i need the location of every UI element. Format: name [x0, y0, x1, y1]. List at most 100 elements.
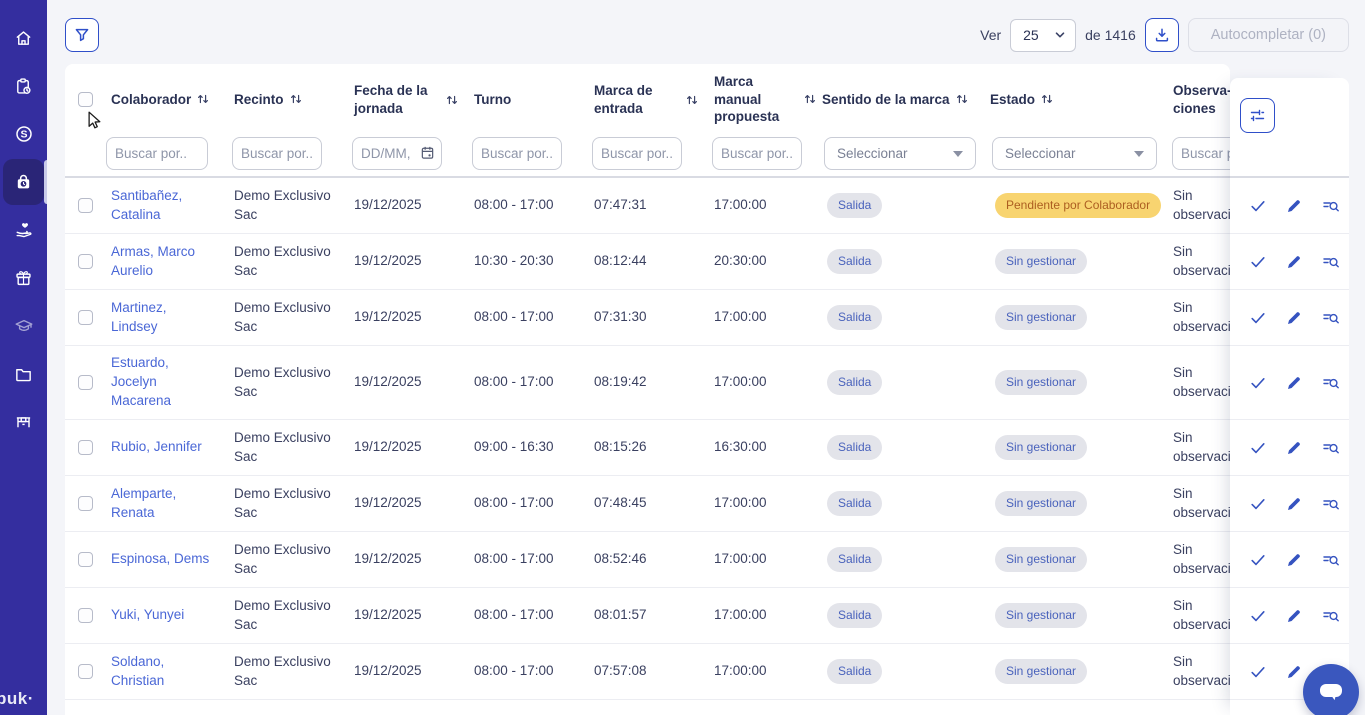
- page-size-select[interactable]: 25: [1010, 19, 1076, 52]
- edit-pencil-icon[interactable]: [1286, 552, 1302, 568]
- marca-manual-cell: 17:00:00: [708, 550, 816, 569]
- table-row: Martinez, Lindsey Demo Exclusivo Sac 19/…: [65, 290, 1230, 346]
- collaborator-link[interactable]: Yuki, Yunyei: [111, 606, 184, 625]
- chat-button[interactable]: [1303, 664, 1359, 715]
- sort-icon[interactable]: [446, 94, 458, 106]
- sort-icon[interactable]: [956, 93, 968, 105]
- home-icon: [14, 29, 33, 48]
- filter-input-fecha[interactable]: [352, 137, 442, 170]
- sidebar-item-training[interactable]: [0, 302, 47, 350]
- sidebar-item-attendance[interactable]: [0, 62, 47, 110]
- sidebar-item-remunerations[interactable]: S: [0, 110, 47, 158]
- sidebar-item-benefits[interactable]: [0, 206, 47, 254]
- sidebar-item-home[interactable]: [0, 14, 47, 62]
- row-checkbox[interactable]: [78, 310, 93, 325]
- view-detail-search-icon[interactable]: [1322, 608, 1340, 624]
- row-checkbox[interactable]: [78, 552, 93, 567]
- sidebar-item-documents[interactable]: [0, 350, 47, 398]
- approve-check-icon[interactable]: [1250, 375, 1266, 391]
- filter-input-turno[interactable]: [472, 137, 562, 170]
- collaborator-link[interactable]: Rubio, Jennifer: [111, 438, 202, 457]
- approve-check-icon[interactable]: [1250, 198, 1266, 214]
- column-settings-button[interactable]: [1240, 98, 1275, 133]
- row-checkbox[interactable]: [78, 254, 93, 269]
- row-checkbox[interactable]: [78, 375, 93, 390]
- column-settings-icon: [1249, 107, 1266, 124]
- column-header-estado: Estado: [984, 91, 1158, 109]
- approve-check-icon[interactable]: [1250, 440, 1266, 456]
- row-checkbox[interactable]: [78, 198, 93, 213]
- collaborator-link[interactable]: Martinez, Lindsey: [111, 299, 215, 337]
- collaborator-link[interactable]: Soldano, Christian: [111, 653, 215, 691]
- edit-pencil-icon[interactable]: [1286, 310, 1302, 326]
- edit-pencil-icon[interactable]: [1286, 608, 1302, 624]
- edit-pencil-icon[interactable]: [1286, 254, 1302, 270]
- marca-entrada-cell: 07:31:30: [588, 308, 708, 327]
- observaciones-cell: Sin observaciones: [1158, 485, 1230, 523]
- autocomplete-button[interactable]: Autocompletar (0): [1188, 18, 1349, 52]
- filter-input-marca-manual[interactable]: [712, 137, 802, 170]
- marca-entrada-cell: 08:01:57: [588, 606, 708, 625]
- actions-panel-header: [1230, 78, 1349, 178]
- approve-check-icon[interactable]: [1250, 254, 1266, 270]
- view-detail-search-icon[interactable]: [1322, 254, 1340, 270]
- approve-check-icon[interactable]: [1250, 496, 1266, 512]
- collaborator-link[interactable]: Armas, Marco Aurelio: [111, 243, 215, 281]
- view-detail-search-icon[interactable]: [1322, 552, 1340, 568]
- filter-input-observaciones[interactable]: [1172, 137, 1230, 170]
- sort-icon[interactable]: [686, 94, 698, 106]
- sort-icon[interactable]: [197, 93, 209, 105]
- attendance-clipboard-icon: [14, 77, 33, 96]
- column-header-marca-entrada: Marca de entrada: [588, 82, 708, 117]
- status-badge: Pendiente por Colaborador: [995, 193, 1161, 218]
- view-detail-search-icon[interactable]: [1322, 440, 1340, 456]
- fecha-cell: 19/12/2025: [348, 438, 468, 457]
- marca-manual-cell: 17:00:00: [708, 196, 816, 215]
- approve-check-icon[interactable]: [1250, 608, 1266, 624]
- row-checkbox[interactable]: [78, 664, 93, 679]
- row-checkbox[interactable]: [78, 440, 93, 455]
- collaborator-link[interactable]: Espinosa, Dems: [111, 550, 209, 569]
- row-checkbox[interactable]: [78, 608, 93, 623]
- sidebar-item-gifts[interactable]: [0, 254, 47, 302]
- approve-check-icon[interactable]: [1250, 310, 1266, 326]
- sort-icon[interactable]: [1041, 93, 1053, 105]
- view-detail-search-icon[interactable]: [1322, 375, 1340, 391]
- row-actions-panel: [1230, 78, 1349, 715]
- filter-input-recinto[interactable]: [232, 137, 322, 170]
- filter-select-estado[interactable]: Seleccionar: [992, 137, 1157, 170]
- actions-panel-rows: [1230, 178, 1349, 700]
- collaborator-link[interactable]: Santibañez, Catalina: [111, 187, 215, 225]
- view-detail-search-icon[interactable]: [1322, 198, 1340, 214]
- row-actions: [1230, 476, 1349, 532]
- view-detail-search-icon[interactable]: [1322, 496, 1340, 512]
- edit-pencil-icon[interactable]: [1286, 664, 1302, 680]
- collaborator-link[interactable]: Alemparte, Renata: [111, 485, 215, 523]
- filter-button[interactable]: [65, 18, 99, 52]
- download-button[interactable]: [1145, 18, 1179, 52]
- filter-select-sentido[interactable]: Seleccionar: [824, 137, 976, 170]
- funnel-icon: [74, 27, 90, 43]
- filter-input-marca-entrada[interactable]: [592, 137, 682, 170]
- edit-pencil-icon[interactable]: [1286, 375, 1302, 391]
- sort-icon[interactable]: [290, 93, 302, 105]
- collaborator-link[interactable]: Estuardo, Jocelyn Macarena: [111, 354, 215, 411]
- row-checkbox[interactable]: [78, 496, 93, 511]
- approve-check-icon[interactable]: [1250, 552, 1266, 568]
- sort-icon[interactable]: [804, 93, 816, 105]
- filter-input-colaborador[interactable]: [106, 137, 208, 170]
- select-all-checkbox[interactable]: [78, 92, 93, 107]
- table-row: Estuardo, Jocelyn Macarena Demo Exclusiv…: [65, 346, 1230, 420]
- edit-pencil-icon[interactable]: [1286, 198, 1302, 214]
- sidebar-item-assets[interactable]: [0, 398, 47, 446]
- view-detail-search-icon[interactable]: [1322, 310, 1340, 326]
- recinto-cell: Demo Exclusivo Sac: [228, 243, 348, 281]
- marca-entrada-cell: 07:48:45: [588, 494, 708, 513]
- sidebar-item-time-control[interactable]: [0, 158, 47, 206]
- edit-pencil-icon[interactable]: [1286, 496, 1302, 512]
- edit-pencil-icon[interactable]: [1286, 440, 1302, 456]
- table-row: Alemparte, Renata Demo Exclusivo Sac 19/…: [65, 476, 1230, 532]
- row-actions: [1230, 420, 1349, 476]
- approve-check-icon[interactable]: [1250, 664, 1266, 680]
- row-actions: [1230, 234, 1349, 290]
